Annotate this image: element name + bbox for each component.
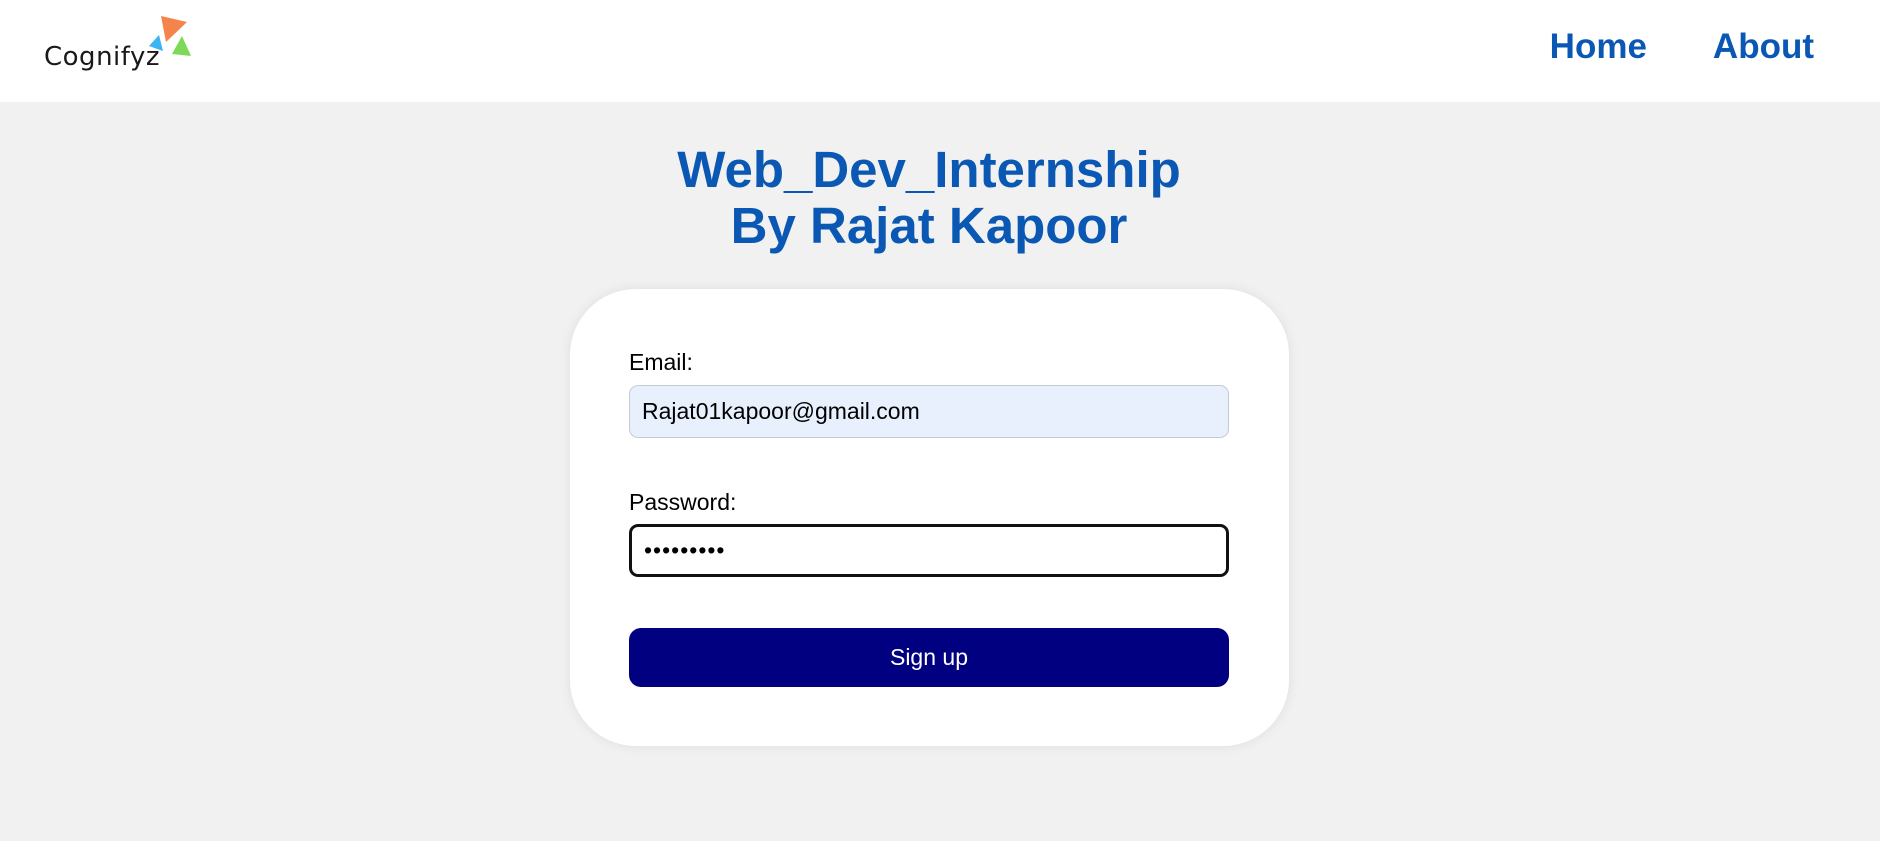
email-label: Email: xyxy=(629,349,693,375)
sign-up-button[interactable]: Sign up xyxy=(629,628,1229,687)
brand-logo[interactable]: Cognifyz xyxy=(44,12,194,78)
page-title-line1: Web_Dev_Internship xyxy=(677,141,1181,198)
nav-about-link[interactable]: About xyxy=(1713,27,1814,67)
page-title: Web_Dev_Internship By Rajat Kapoor xyxy=(0,142,1858,254)
logo-triangles-icon xyxy=(149,16,191,56)
logo-blue-triangle xyxy=(149,35,163,51)
signup-form-card: Email: Password: Sign up xyxy=(570,289,1289,746)
nav-home-link[interactable]: Home xyxy=(1550,27,1647,67)
nav-links: Home About xyxy=(1550,27,1814,67)
password-label: Password: xyxy=(629,489,737,515)
password-field[interactable] xyxy=(629,524,1229,577)
email-field[interactable] xyxy=(629,385,1229,438)
page-title-line2: By Rajat Kapoor xyxy=(730,197,1128,254)
logo-green-triangle xyxy=(172,36,191,56)
navbar: Cognifyz Home About xyxy=(0,0,1880,102)
logo-orange-triangle xyxy=(161,16,187,42)
